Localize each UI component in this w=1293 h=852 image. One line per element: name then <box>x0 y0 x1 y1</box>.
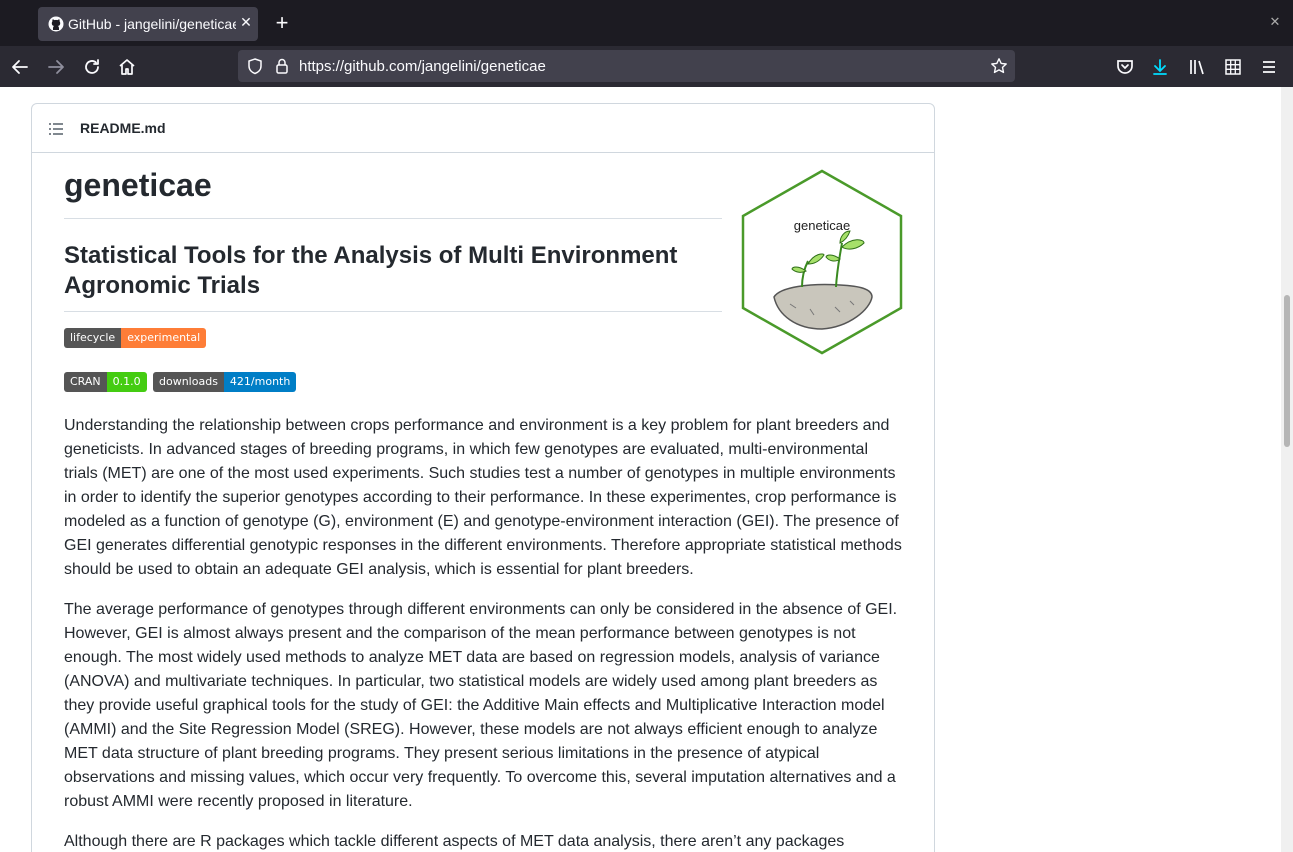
scrollbar-thumb[interactable] <box>1284 295 1290 447</box>
logo-text: geneticae <box>794 218 850 233</box>
lifecycle-badge-value: experimental <box>121 328 207 348</box>
cran-badge-label: CRAN <box>64 372 107 392</box>
back-button[interactable] <box>8 55 32 79</box>
download-icon <box>1153 59 1167 75</box>
tab-title: GitHub - jangelini/geneticae <box>68 16 236 32</box>
downloads-badge-label: downloads <box>153 372 224 392</box>
cran-badge[interactable]: CRAN 0.1.0 <box>64 372 147 392</box>
back-arrow-icon <box>12 60 28 74</box>
readme-filename: README.md <box>80 120 166 136</box>
lifecycle-badge[interactable]: lifecycle experimental <box>64 328 207 348</box>
table-of-contents-icon[interactable] <box>48 121 64 137</box>
navigation-toolbar: https://github.com/jangelini/geneticae <box>0 46 1293 87</box>
page-content: README.md geneticae Statistical Tools fo… <box>0 87 1281 852</box>
bookmark-star-icon[interactable] <box>990 57 1008 75</box>
new-tab-button[interactable]: + <box>270 12 294 36</box>
subtitle-divider <box>64 311 722 312</box>
geneticae-hex-logo: geneticae <box>740 169 904 355</box>
vertical-scrollbar[interactable] <box>1281 87 1293 852</box>
home-icon <box>119 59 135 75</box>
title-divider <box>64 218 722 219</box>
downloads-badge-value: 421/month <box>223 372 297 392</box>
containers-button[interactable] <box>1221 55 1245 79</box>
tab-close-icon[interactable]: ✕ <box>238 14 254 32</box>
forward-arrow-icon <box>48 60 64 74</box>
url-text: https://github.com/jangelini/geneticae <box>299 58 546 75</box>
paragraph-2: The average performance of genotypes thr… <box>64 601 898 810</box>
github-favicon-icon <box>48 16 64 32</box>
address-bar[interactable]: https://github.com/jangelini/geneticae <box>238 50 1015 82</box>
tracking-protection-shield-icon[interactable] <box>246 57 264 75</box>
window-close-icon[interactable]: ✕ <box>1266 14 1284 32</box>
pocket-icon <box>1117 60 1133 74</box>
home-button[interactable] <box>115 55 139 79</box>
grid-icon <box>1225 59 1241 75</box>
readme-header: README.md <box>32 104 934 153</box>
page-subtitle: Statistical Tools for the Analysis of Mu… <box>64 242 678 299</box>
tab-strip: GitHub - jangelini/geneticae ✕ + ✕ <box>0 0 1293 46</box>
paragraph-3: Although there are R packages which tack… <box>64 833 845 850</box>
forward-button[interactable] <box>44 55 68 79</box>
downloads-button[interactable] <box>1148 55 1172 79</box>
reload-icon <box>85 59 99 74</box>
downloads-badge[interactable]: downloads 421/month <box>153 372 297 392</box>
pocket-button[interactable] <box>1113 55 1137 79</box>
cran-badge-value: 0.1.0 <box>106 372 147 392</box>
hamburger-menu-icon <box>1263 61 1275 73</box>
lock-icon[interactable] <box>273 57 291 75</box>
paragraph-1: Understanding the relationship between c… <box>64 417 902 578</box>
page-title: geneticae <box>64 167 212 203</box>
library-icon <box>1190 60 1204 75</box>
tab-github-geneticae[interactable]: GitHub - jangelini/geneticae ✕ <box>38 7 258 41</box>
reload-button[interactable] <box>80 55 104 79</box>
menu-button[interactable] <box>1257 55 1281 79</box>
library-button[interactable] <box>1185 55 1209 79</box>
lifecycle-badge-label: lifecycle <box>64 328 122 348</box>
